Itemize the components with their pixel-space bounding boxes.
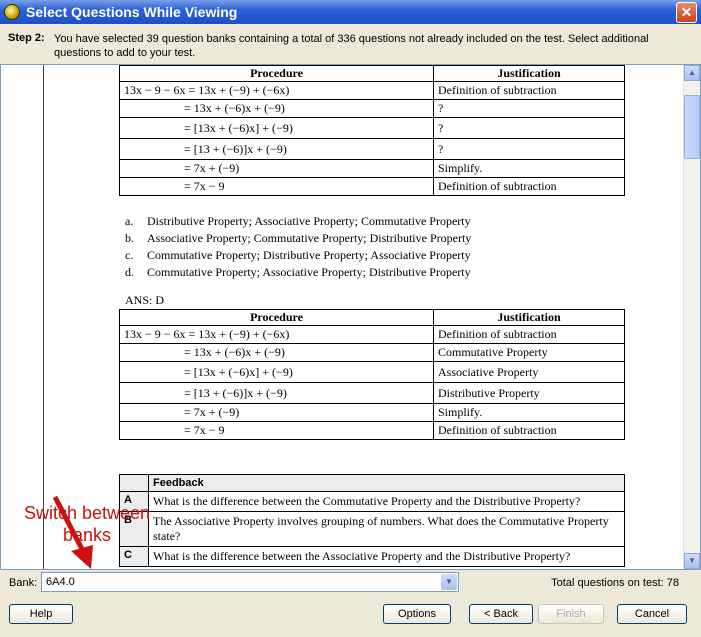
table-row: = 13x + (−6)x + (−9)? (119, 99, 625, 118)
procedure-header: Procedure (119, 309, 434, 326)
procedure-cell: = 13x + (−6)x + (−9) (119, 343, 434, 362)
answer-option: c. Commutative Property; Distributive Pro… (125, 248, 471, 263)
feedback-table: Feedback A What is the difference between… (119, 474, 625, 567)
justification-cell: Simplify. (433, 159, 625, 178)
procedure-cell: = [13x + (−6)x] + (−9) (119, 361, 434, 383)
procedure-cell: 13x − 9 − 6x = 13x + (−9) + (−6x) (119, 81, 434, 100)
table-row: = [13x + (−6)x] + (−9)? (119, 117, 625, 139)
table-row: = 7x + (−9) Simplify. (119, 159, 625, 178)
option-key: b. (125, 231, 134, 245)
table-row: B The Associative Property involves group… (119, 511, 625, 547)
procedure-cell: = 7x + (−9) (119, 159, 434, 178)
justification-cell: Simplify. (433, 403, 625, 422)
procedure-cell: = 7x + (−9) (119, 403, 434, 422)
scroll-up-icon[interactable]: ▲ (684, 65, 700, 81)
total-label: Total questions on test: (551, 577, 664, 589)
chevron-down-icon[interactable]: ▼ (441, 574, 457, 590)
help-button[interactable]: Help (9, 604, 73, 624)
procedure-cell: = [13 + (−6)]x + (−9) (119, 382, 434, 404)
answer-procedure-table: Procedure Justification 13x − 9 − 6x = 1… (119, 309, 625, 440)
step-label: Step 2: (8, 32, 45, 44)
table-row: = 7x − 9 Definition of subtraction (119, 177, 625, 196)
procedure-cell: = 7x − 9 (119, 421, 434, 440)
table-row: = 7x + (−9) Simplify. (119, 403, 625, 422)
table-row: = [13x + (−6)x] + (−9) Associative Proper… (119, 361, 625, 383)
app-icon (4, 4, 20, 20)
justification-cell: Distributive Property (433, 382, 625, 404)
option-text: Distributive Property; Associative Prope… (147, 214, 471, 228)
scroll-down-icon[interactable]: ▼ (684, 553, 700, 569)
total-questions: Total questions on test: 78 (551, 577, 679, 589)
justification-cell: Associative Property (433, 361, 625, 383)
option-key: d. (125, 265, 134, 279)
finish-button[interactable]: Finish (538, 604, 604, 624)
justification-cell: Definition of subtraction (433, 325, 625, 344)
step-instructions: Step 2: You have selected 39 question ba… (0, 24, 701, 62)
options-button[interactable]: Options (383, 604, 451, 624)
total-value: 78 (666, 577, 679, 589)
table-row: C What is the difference between the Asso… (119, 546, 625, 567)
justification-cell: ? (433, 138, 625, 160)
table-row: = [13 + (−6)]x + (−9) Distributive Proper… (119, 382, 625, 404)
table-row: 13x − 9 − 6x = 13x + (−9) + (−6x) Definit… (119, 325, 625, 344)
scroll-thumb[interactable] (684, 95, 700, 159)
procedure-cell: = 13x + (−6)x + (−9) (119, 99, 434, 118)
red-arrow-icon (52, 495, 93, 569)
procedure-cell: = [13x + (−6)x] + (−9) (119, 117, 434, 139)
justification-cell: ? (433, 99, 625, 118)
bank-dropdown[interactable]: 6A4.0 ▼ (41, 572, 459, 592)
option-text: Associative Property; Commutative Proper… (147, 231, 472, 245)
answer-key: ANS: D (125, 293, 165, 307)
title-bar: Select Questions While Viewing ✕ (0, 0, 701, 24)
option-text: Commutative Property; Distributive Prope… (147, 248, 471, 262)
vertical-scrollbar[interactable]: ▲ ▼ (683, 65, 700, 569)
feedback-text: What is the difference between the Commu… (148, 491, 625, 512)
table-row: = 13x + (−6)x + (−9) Commutative Property (119, 343, 625, 362)
table-row: = [13 + (−6)]x + (−9)? (119, 138, 625, 160)
procedure-cell: 13x − 9 − 6x = 13x + (−9) + (−6x) (119, 325, 434, 344)
procedure-table: Procedure Justification 13x − 9 − 6x = 1… (119, 65, 625, 196)
feedback-corner (119, 474, 149, 492)
close-button[interactable]: ✕ (676, 2, 697, 23)
justification-cell: Definition of subtraction (433, 81, 625, 100)
option-key: a. (125, 214, 134, 228)
justification-cell: ? (433, 117, 625, 139)
question-viewer[interactable]: Procedure Justification 13x − 9 − 6x = 1… (0, 64, 701, 570)
question-document: Procedure Justification 13x − 9 − 6x = 1… (1, 65, 684, 569)
window-title: Select Questions While Viewing (26, 4, 238, 20)
answer-option: b. Associative Property; Commutative Prop… (125, 231, 471, 246)
justification-cell: Definition of subtraction (433, 421, 625, 440)
margin-line (43, 65, 44, 569)
table-row: A What is the difference between the Comm… (119, 491, 625, 512)
bank-label: Bank: (9, 577, 38, 589)
procedure-header: Procedure (119, 65, 434, 82)
procedure-cell: = 7x − 9 (119, 177, 434, 196)
step-text: You have selected 39 question banks cont… (54, 33, 649, 59)
option-key: c. (125, 248, 134, 262)
bottom-panel: Bank: 6A4.0 ▼ Total questions on test: 7… (0, 568, 701, 637)
cancel-button[interactable]: Cancel (617, 604, 687, 624)
feedback-text: The Associative Property involves groupi… (148, 511, 625, 547)
procedure-cell: = [13 + (−6)]x + (−9) (119, 138, 434, 160)
answer-option: d. Commutative Property; Associative Prop… (125, 265, 471, 280)
table-row: = 7x − 9 Definition of subtraction (119, 421, 625, 440)
feedback-text: What is the difference between the Assoc… (148, 546, 625, 567)
justification-header: Justification (433, 309, 625, 326)
back-button[interactable]: < Back (469, 604, 533, 624)
feedback-header: Feedback (148, 474, 625, 492)
option-text: Commutative Property; Associative Proper… (147, 265, 471, 279)
justification-cell: Commutative Property (433, 343, 625, 362)
table-row: 13x − 9 − 6x = 13x + (−9) + (−6x) Definit… (119, 81, 625, 100)
answer-option: a. Distributive Property; Associative Pro… (125, 214, 471, 229)
feedback-key: C (119, 546, 149, 567)
justification-header: Justification (433, 65, 625, 82)
justification-cell: Definition of subtraction (433, 177, 625, 196)
bank-value: 6A4.0 (46, 576, 75, 588)
